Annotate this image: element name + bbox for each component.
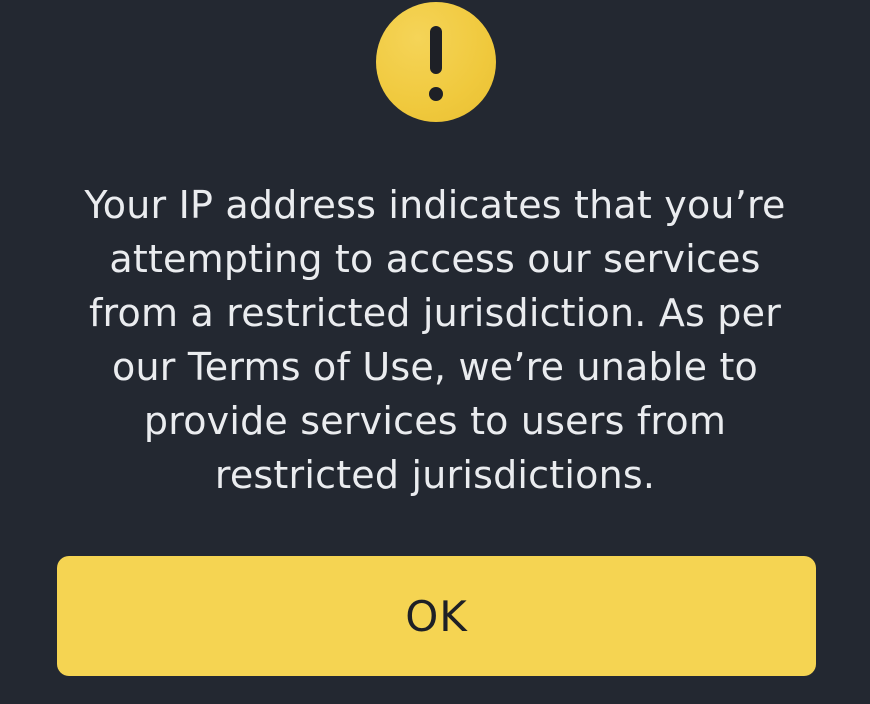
exclamation-warning-icon — [376, 2, 496, 122]
restricted-jurisdiction-dialog: Your IP address indicates that you’re at… — [0, 0, 870, 704]
restriction-message: Your IP address indicates that you’re at… — [84, 183, 786, 497]
ok-button[interactable]: OK — [57, 556, 816, 676]
